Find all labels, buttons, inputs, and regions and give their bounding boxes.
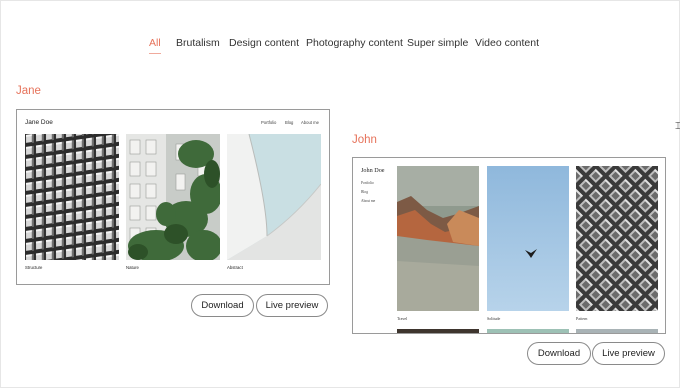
preview-image-pattern bbox=[576, 166, 658, 311]
text-cursor-icon: ⌶ bbox=[675, 121, 680, 132]
template-preview-john[interactable]: John Doe Portfolio Blog About me Travel … bbox=[352, 157, 666, 334]
preview-caption-solitude: Solitude bbox=[487, 316, 501, 321]
preview-image-abstract bbox=[227, 134, 321, 260]
filter-video-content[interactable]: Video content bbox=[475, 37, 539, 49]
preview-image-nature bbox=[126, 134, 220, 260]
filter-brutalism[interactable]: Brutalism bbox=[176, 37, 220, 49]
preview-image-row2-1 bbox=[397, 329, 479, 333]
preview-caption-pattern: Pattern bbox=[576, 316, 588, 321]
preview-caption-travel: Travel bbox=[397, 316, 408, 321]
filter-photography-content[interactable]: Photography content bbox=[306, 37, 403, 49]
preview-caption-structure: Structure bbox=[25, 265, 43, 270]
preview-nav-blog: Blog bbox=[285, 120, 294, 125]
preview-caption-nature: Nature bbox=[126, 265, 139, 270]
john-download-button[interactable]: Download bbox=[527, 342, 591, 365]
filter-all[interactable]: All bbox=[149, 37, 161, 54]
template-preview-jane[interactable]: Jane Doe Portfolio Blog About me Structu… bbox=[16, 109, 330, 285]
preview-nav-portfolio: Portfolio bbox=[361, 181, 374, 185]
template-name-jane: Jane bbox=[16, 85, 41, 97]
john-live-preview-button[interactable]: Live preview bbox=[592, 342, 665, 365]
preview-nav-blog: Blog bbox=[361, 190, 368, 194]
jane-download-button[interactable]: Download bbox=[191, 294, 254, 317]
preview-site-title: Jane Doe bbox=[25, 119, 53, 126]
preview-nav-about: About me bbox=[361, 199, 376, 203]
preview-image-structure bbox=[25, 134, 119, 260]
template-name-john: John bbox=[352, 134, 377, 146]
preview-image-row2-2 bbox=[487, 329, 569, 333]
filter-super-simple[interactable]: Super simple bbox=[407, 37, 468, 49]
preview-nav-portfolio: Portfolio bbox=[261, 120, 277, 125]
jane-live-preview-button[interactable]: Live preview bbox=[256, 294, 328, 317]
preview-image-solitude bbox=[487, 166, 569, 311]
filter-design-content[interactable]: Design content bbox=[229, 37, 299, 49]
preview-nav-about: About me bbox=[301, 120, 319, 125]
preview-caption-abstract: Abstract bbox=[227, 265, 243, 270]
category-filter-nav: All Brutalism Design content Photography… bbox=[0, 37, 680, 57]
preview-image-travel bbox=[397, 166, 479, 311]
preview-site-title: John Doe bbox=[361, 167, 385, 174]
preview-image-row2-3 bbox=[576, 329, 658, 333]
